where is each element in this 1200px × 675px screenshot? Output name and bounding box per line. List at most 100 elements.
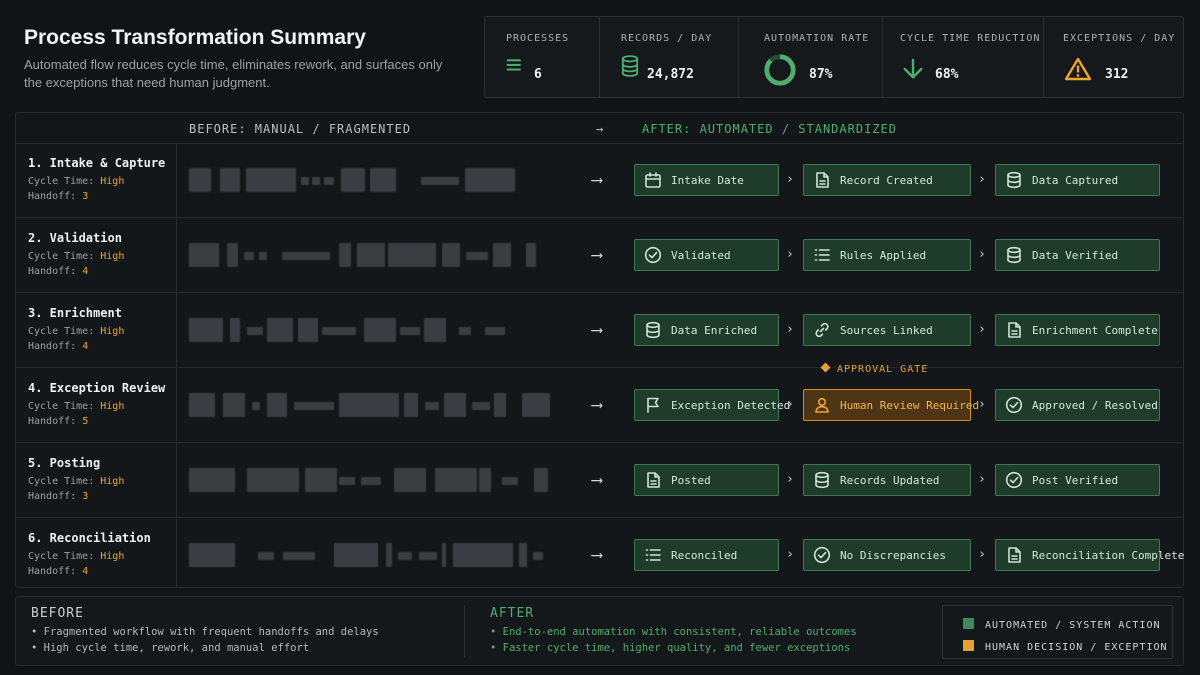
- manual-steps: [189, 468, 569, 492]
- manual-step-block: [479, 468, 491, 492]
- automated-step-chip[interactable]: Data Captured: [995, 164, 1160, 196]
- chevron-right-icon: ›: [786, 322, 794, 337]
- manual-step-block: [493, 243, 511, 267]
- after-summary-title: AFTER: [490, 606, 535, 621]
- automated-step-chip[interactable]: Reconciled: [634, 539, 779, 571]
- manual-step-block: [400, 327, 420, 335]
- manual-step-block: [227, 243, 238, 267]
- chevron-right-icon: ›: [978, 322, 986, 337]
- process-board: BEFORE: MANUAL / FRAGMENTED → AFTER: AUT…: [15, 112, 1184, 588]
- automated-step-chip[interactable]: Enrichment Complete: [995, 314, 1160, 346]
- automated-step-chip[interactable]: Exception Detected: [634, 389, 790, 421]
- cycle-time-value: High: [100, 326, 125, 337]
- handoff-label: Handoff:: [28, 566, 77, 577]
- manual-step-block: [339, 243, 351, 267]
- after-point: • End-to-end automation with consistent,…: [490, 626, 857, 638]
- manual-step-block: [282, 252, 330, 260]
- manual-step-block: [247, 468, 299, 492]
- handoff-count: Handoff: 4: [28, 566, 88, 577]
- process-row: 2. Validation Cycle Time: High Handoff: …: [16, 218, 1183, 293]
- approval-gate: APPROVAL GATE: [820, 362, 929, 375]
- automated-step-chip[interactable]: Posted: [634, 464, 779, 496]
- manual-step-block: [442, 243, 460, 267]
- process-name: 3. Enrichment: [28, 306, 122, 320]
- automated-step-chip[interactable]: Post Verified: [995, 464, 1160, 496]
- chevron-right-icon: ›: [786, 172, 794, 187]
- document-icon: [1008, 547, 1021, 563]
- chevron-right-icon: ›: [978, 247, 986, 262]
- check-circle-icon: [1005, 396, 1023, 414]
- automated-step-chip[interactable]: Reconciliation Complete: [995, 539, 1184, 571]
- manual-step-block: [502, 477, 518, 485]
- process-name: 4. Exception Review: [28, 381, 166, 395]
- automated-step-chip[interactable]: Sources Linked: [803, 314, 971, 346]
- summary-footer: BEFORE • Fragmented workflow with freque…: [15, 596, 1184, 666]
- diamond-icon: [820, 362, 831, 373]
- manual-step-block: [259, 252, 267, 260]
- manual-step-block: [252, 402, 260, 410]
- arrow-down-icon: [903, 58, 923, 79]
- approval-gate-label: APPROVAL GATE: [837, 364, 929, 375]
- automated-step-chip[interactable]: Validated: [634, 239, 779, 271]
- manual-step-block: [189, 393, 215, 417]
- cycle-time-value: High: [100, 551, 125, 562]
- metric-value: 6: [534, 67, 542, 82]
- automated-step-chip[interactable]: Intake Date: [634, 164, 779, 196]
- handoff-count: Handoff: 5: [28, 416, 88, 427]
- metric-value: 87%: [809, 67, 833, 82]
- cycle-time-label: Cycle Time:: [28, 476, 95, 487]
- manual-step-block: [465, 168, 515, 192]
- process-name: 1. Intake & Capture: [28, 156, 166, 170]
- manual-step-block: [370, 168, 396, 192]
- manual-step-block: [459, 327, 471, 335]
- manual-step-block: [334, 543, 378, 567]
- automated-step-chip[interactable]: Data Verified: [995, 239, 1160, 271]
- metric-value: 312: [1105, 67, 1129, 82]
- handoff-value: 3: [82, 191, 89, 202]
- automated-step-chip[interactable]: Records Updated: [803, 464, 971, 496]
- cycle-time: Cycle Time: High: [28, 176, 124, 187]
- manual-step-block: [339, 477, 355, 485]
- metric-value: 24,872: [647, 67, 694, 82]
- manual-step-block: [189, 168, 211, 192]
- chevron-right-icon: ›: [786, 472, 794, 487]
- automated-step-chip[interactable]: Rules Applied: [803, 239, 971, 271]
- database-icon: [646, 321, 660, 339]
- manual-step-block: [419, 552, 437, 560]
- cycle-time-label: Cycle Time:: [28, 251, 95, 262]
- manual-step-block: [298, 318, 318, 342]
- list-icon: [814, 249, 830, 261]
- process-name: 2. Validation: [28, 231, 122, 245]
- page-title: Process Transformation Summary: [24, 26, 366, 49]
- chevron-right-icon: ›: [786, 547, 794, 562]
- cycle-time-label: Cycle Time:: [28, 326, 95, 337]
- check-circle-icon: [813, 546, 831, 564]
- manual-steps: [189, 393, 569, 417]
- list-icon: [645, 549, 661, 561]
- handoff-label: Handoff:: [28, 266, 77, 277]
- transition-arrow: ⟶: [592, 170, 602, 189]
- automated-step-chip[interactable]: Approved / Resolved: [995, 389, 1160, 421]
- database-icon: [621, 55, 639, 77]
- transition-arrow: ⟶: [592, 245, 602, 264]
- handoff-label: Handoff:: [28, 491, 77, 502]
- check-circle-icon: [644, 246, 662, 264]
- automated-step-chip[interactable]: Data Enriched: [634, 314, 779, 346]
- manual-step-block: [425, 402, 439, 410]
- manual-step-block: [220, 168, 240, 192]
- process-name: 6. Reconciliation: [28, 531, 151, 545]
- before-summary-title: BEFORE: [31, 606, 84, 621]
- automated-step-chip[interactable]: Record Created: [803, 164, 971, 196]
- handoff-value: 5: [82, 416, 89, 427]
- human-step-chip[interactable]: Human Review Required: [803, 389, 979, 421]
- handoff-count: Handoff: 4: [28, 341, 88, 352]
- step-label: Reconciled: [671, 548, 738, 562]
- flag-icon: [647, 397, 659, 413]
- chevron-right-icon: ›: [978, 547, 986, 562]
- manual-step-block: [244, 252, 254, 260]
- manual-step-block: [398, 552, 412, 560]
- metric-label: RECORDS / DAY: [621, 33, 713, 44]
- chevron-right-icon: ›: [786, 397, 794, 412]
- automated-step-chip[interactable]: No Discrepancies: [803, 539, 971, 571]
- manual-step-block: [386, 543, 392, 567]
